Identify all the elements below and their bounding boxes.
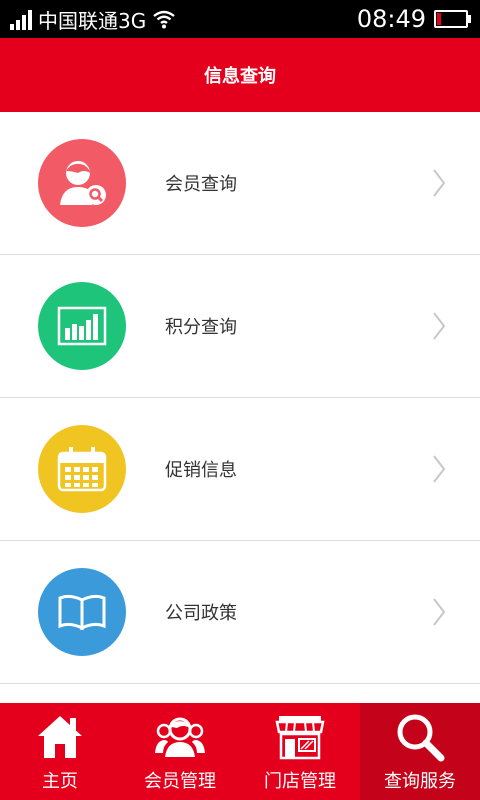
tab-query-service[interactable]: 查询服务 (360, 703, 480, 800)
tab-label: 会员管理 (144, 771, 216, 792)
search-icon (397, 714, 445, 762)
promotions-icon-circle (38, 425, 126, 513)
chevron-right-icon (433, 455, 446, 483)
member-query-icon-circle (38, 139, 126, 227)
status-bar: 中国联通3G 08:49 (0, 0, 480, 38)
calendar-icon (57, 447, 107, 492)
company-policy-icon-circle (38, 568, 126, 656)
tab-home[interactable]: 主页 (0, 703, 120, 800)
tab-store-management[interactable]: 门店管理 (240, 703, 360, 800)
chevron-right-icon (433, 312, 446, 340)
bottom-tab-bar: 主页 会员管理 门店管理 查询服务 (0, 703, 480, 800)
chevron-right-icon (433, 598, 446, 626)
members-icon (155, 717, 205, 757)
title-bar: 信息查询 (0, 38, 480, 112)
member-search-icon (60, 161, 106, 205)
book-icon (58, 594, 106, 631)
carrier-text: 中国联通3G (38, 8, 147, 33)
menu-item-label: 公司政策 (165, 603, 237, 624)
menu-item-promotions[interactable]: 促销信息 (0, 398, 480, 541)
menu-item-company-policy[interactable]: 公司政策 (0, 541, 480, 684)
tab-label: 门店管理 (264, 771, 336, 792)
home-icon (38, 716, 82, 758)
signal-icon (10, 8, 32, 30)
tab-label: 主页 (42, 771, 78, 792)
menu-item-label: 积分查询 (165, 317, 237, 338)
chevron-right-icon (433, 169, 446, 197)
menu-item-label: 促销信息 (165, 460, 237, 481)
status-left: 中国联通3G (10, 0, 176, 38)
battery-icon (434, 10, 471, 28)
menu-list: 会员查询 积分查询 促销信息 公司政策 (0, 112, 480, 684)
page-title: 信息查询 (204, 66, 276, 87)
menu-item-label: 会员查询 (165, 174, 237, 195)
bar-chart-icon (57, 306, 107, 346)
clock-text: 08:49 (356, 5, 426, 33)
status-right: 08:49 (356, 0, 471, 38)
wifi-icon (153, 10, 175, 29)
menu-item-points-query[interactable]: 积分查询 (0, 255, 480, 398)
menu-item-member-query[interactable]: 会员查询 (0, 112, 480, 255)
points-query-icon-circle (38, 282, 126, 370)
store-icon (275, 716, 325, 760)
tab-member-management[interactable]: 会员管理 (120, 703, 240, 800)
tab-label: 查询服务 (384, 771, 456, 792)
